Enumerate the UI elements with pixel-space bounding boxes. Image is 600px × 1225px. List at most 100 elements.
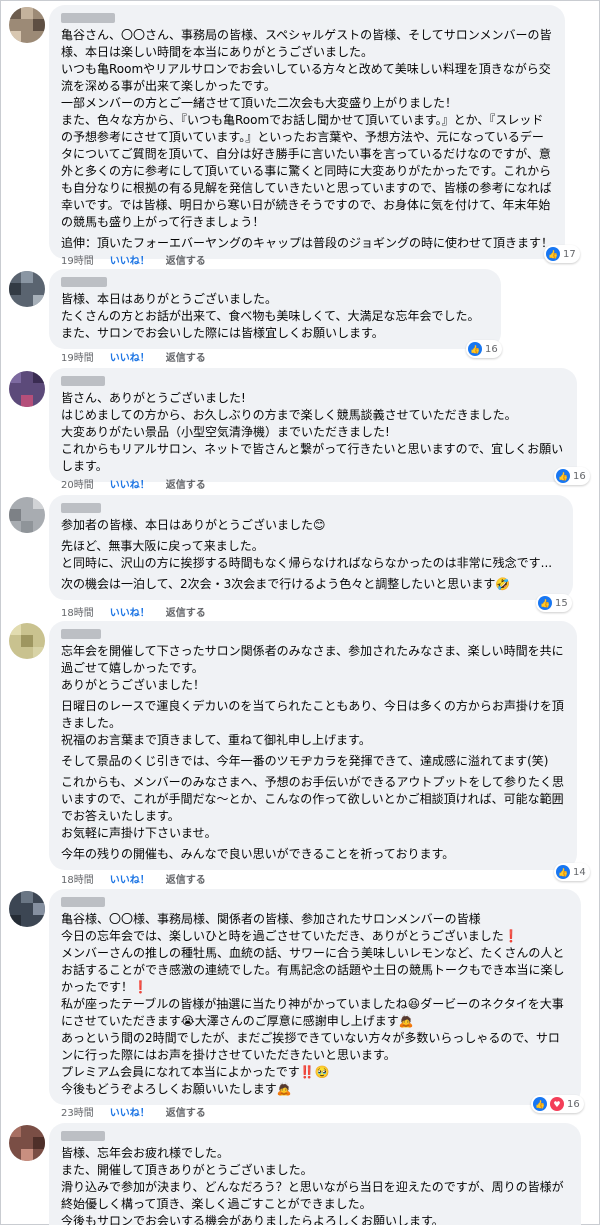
comment-line: 参加者の皆様、本日はありがとうございました😊 — [61, 518, 326, 532]
comment-line: 今日の忘年会では、楽しいひと時を過ごさせていただき、ありがとうございました❗ — [61, 929, 519, 943]
author-name[interactable] — [61, 627, 565, 641]
comment-line: 今後もサロンでお会いする機会がありましたらよろしくお願いします。 — [61, 1214, 444, 1225]
comment-line: 次の機会は一泊して、2次会・3次会まで行けるよう色々と調整したいと思います🤣 — [61, 577, 511, 591]
reaction-count: 14 — [573, 866, 586, 878]
avatar[interactable] — [9, 371, 45, 407]
comment-line: メンバーさんの推しの種牡馬、血統の話、サワーに合う美味しいレモンなど、たくさんの… — [61, 946, 565, 994]
comment-actions: 23時間 いいね！ 返信する — [61, 1104, 206, 1119]
author-name[interactable] — [61, 895, 569, 909]
reaction-summary[interactable]: 👍 ♥ 16 — [531, 1095, 584, 1113]
comment-line: また、開催して頂きありがとうございました。 — [61, 1163, 313, 1177]
like-button[interactable]: いいね！ — [110, 349, 150, 364]
reaction-count: 15 — [555, 597, 568, 609]
comment-line: 追伸：頂いたフォーエバーヤングのキャップは普段のジョギングの時に使わせて頂きます… — [61, 236, 554, 250]
heart-icon: ♥ — [550, 1097, 564, 1111]
reaction-summary[interactable]: 👍 16 — [466, 340, 502, 358]
reply-button[interactable]: 返信する — [166, 476, 206, 491]
reaction-summary[interactable]: 👍 16 — [554, 467, 590, 485]
reaction-count: 17 — [563, 248, 576, 260]
like-button[interactable]: いいね！ — [110, 476, 150, 491]
thumbs-up-icon: 👍 — [533, 1097, 547, 1111]
timestamp[interactable]: 19時間 — [61, 349, 94, 364]
comment-line: これからも、メンバーのみなさまへ、予想のお手伝いができるアウトプットをして参りた… — [61, 775, 565, 823]
reaction-summary[interactable]: 👍 14 — [554, 863, 590, 881]
comment-line: お気軽に声掛け下さいませ。 — [61, 826, 217, 840]
reply-button[interactable]: 返信する — [166, 252, 206, 267]
comment-bubble: 忘年会を開催して下さったサロン関係者のみなさま、参加されたみなさま、楽しい時間を… — [49, 621, 577, 870]
author-name[interactable] — [61, 1129, 569, 1143]
comment-line: 今年の残りの開催も、みんなで良い思いができることを祈っております。 — [61, 847, 455, 861]
comment-actions: 18時間 いいね！ 返信する — [61, 604, 206, 619]
like-button[interactable]: いいね！ — [110, 604, 150, 619]
author-name[interactable] — [61, 275, 489, 289]
comment-line: 忘年会を開催して下さったサロン関係者のみなさま、参加されたみなさま、楽しい時間を… — [61, 644, 564, 675]
avatar[interactable] — [9, 497, 45, 533]
comment-line: 日曜日のレースで運良くデカいのを当てられたこともあり、今日は多くの方からお声掛け… — [61, 699, 564, 730]
reaction-count: 16 — [573, 470, 586, 482]
reaction-count: 16 — [567, 1098, 580, 1110]
comment-thread: 亀谷さん、〇〇さん、事務局の皆様、スペシャルゲストの皆様、そしてサロンメンバーの… — [0, 0, 600, 1225]
comment-actions: 20時間 いいね！ 返信する — [61, 476, 206, 491]
avatar[interactable] — [9, 271, 45, 307]
author-name[interactable] — [61, 501, 561, 515]
comment-actions: 18時間 いいね！ 返信する — [61, 871, 206, 886]
comment-text: 参加者の皆様、本日はありがとうございました😊 先ほど、無事大阪に戻って来ました。… — [61, 517, 561, 593]
thumbs-up-icon: 👍 — [556, 469, 570, 483]
comment-line: はじめましての方から、お久しぶりの方まで楽しく競馬談義させていただきました。 — [61, 408, 517, 422]
comment-line: これからもリアルサロン、ネットで皆さんと繋がって行きたいと思いますので、宜しくお… — [61, 442, 564, 473]
comment-line: 皆さん、ありがとうございました! — [61, 391, 246, 405]
reaction-count: 16 — [485, 343, 498, 355]
thumbs-up-icon: 👍 — [468, 342, 482, 356]
comment-text: 皆さん、ありがとうございました! はじめましての方から、お久しぶりの方まで楽しく… — [61, 390, 565, 475]
comment-line: と同時に、沢山の方に挨拶する時間もなく帰らなければならなかったのは非常に残念です… — [61, 556, 553, 570]
comment-bubble: 亀谷様、〇〇様、事務局様、関係者の皆様、参加されたサロンメンバーの皆様 今日の忘… — [49, 889, 581, 1105]
reply-button[interactable]: 返信する — [166, 349, 206, 364]
comment-bubble: 皆さん、ありがとうございました! はじめましての方から、お久しぶりの方まで楽しく… — [49, 368, 577, 482]
like-button[interactable]: いいね！ — [110, 252, 150, 267]
comment-bubble: 皆様、本日はありがとうございました。 たくさんの方とお話が出来て、食べ物も美味し… — [49, 269, 501, 349]
comment-line: いつも亀Roomやリアルサロンでお会いしている方々と改めて美味しい料理を頂きなが… — [61, 62, 551, 93]
comment-line: また、サロンでお会いした際には皆様宜しくお願いします。 — [61, 326, 384, 340]
avatar[interactable] — [9, 891, 45, 927]
comment-line: 今後もどうぞよろしくお願いいたします🙇 — [61, 1082, 292, 1096]
timestamp[interactable]: 19時間 — [61, 252, 94, 267]
author-name[interactable] — [61, 374, 565, 388]
timestamp[interactable]: 18時間 — [61, 604, 94, 619]
comment-line: 皆様、忘年会お疲れ様でした。 — [61, 1146, 230, 1160]
comment-actions: 19時間 いいね！ 返信する — [61, 349, 206, 364]
avatar[interactable] — [9, 623, 45, 659]
comment-line: たくさんの方とお話が出来て、食べ物も美味しくて、大満足な忘年会でした。 — [61, 309, 480, 323]
reaction-summary[interactable]: 👍 17 — [544, 245, 580, 263]
comment-line: あっという間の2時間でしたが、まだご挨拶できていない方々が多数いらっしゃるので、… — [61, 1031, 560, 1062]
comment-line: 滑り込みで参加が決まり、どんなだろう？と思いながら当日を迎えたのですが、周りの皆… — [61, 1180, 564, 1211]
comment-line: そして景品のくじ引きでは、今年一番のツモヂカラを発揮できて、達成感に溢れてます(… — [61, 754, 549, 768]
comment-text: 皆様、忘年会お疲れ様でした。 また、開催して頂きありがとうございました。 滑り込… — [61, 1145, 569, 1225]
comment-line: 亀谷さん、〇〇さん、事務局の皆様、スペシャルゲストの皆様、そしてサロンメンバーの… — [61, 28, 552, 59]
comment-bubble: 皆様、忘年会お疲れ様でした。 また、開催して頂きありがとうございました。 滑り込… — [49, 1123, 581, 1225]
timestamp[interactable]: 20時間 — [61, 476, 94, 491]
reaction-summary[interactable]: 👍 15 — [536, 594, 572, 612]
reply-button[interactable]: 返信する — [166, 604, 206, 619]
comment-line: 亀谷様、〇〇様、事務局様、関係者の皆様、参加されたサロンメンバーの皆様 — [61, 912, 481, 926]
author-name[interactable] — [61, 11, 553, 25]
comment-line: また、色々な方から、『いつも亀Roomでお話し聞かせて頂いています。』とか、『ス… — [61, 113, 552, 229]
comment-text: 皆様、本日はありがとうございました。 たくさんの方とお話が出来て、食べ物も美味し… — [61, 291, 489, 342]
timestamp[interactable]: 23時間 — [61, 1104, 94, 1119]
avatar[interactable] — [9, 1125, 45, 1161]
like-button[interactable]: いいね！ — [110, 871, 150, 886]
like-button[interactable]: いいね！ — [110, 1104, 150, 1119]
comment-line: 一部メンバーの方とご一緒させて頂いた二次会も大変盛り上がりました！ — [61, 96, 458, 110]
comment-line: 祝福のお言葉まで頂きまして、重ねて御礼申し上げます。 — [61, 733, 371, 747]
thumbs-up-icon: 👍 — [546, 247, 560, 261]
avatar[interactable] — [9, 7, 45, 43]
comment-text: 忘年会を開催して下さったサロン関係者のみなさま、参加されたみなさま、楽しい時間を… — [61, 643, 565, 863]
timestamp[interactable]: 18時間 — [61, 871, 94, 886]
comment-line: ありがとうございました！ — [61, 678, 206, 692]
comment-text: 亀谷様、〇〇様、事務局様、関係者の皆様、参加されたサロンメンバーの皆様 今日の忘… — [61, 911, 569, 1098]
reply-button[interactable]: 返信する — [166, 1104, 206, 1119]
comment-line: 先ほど、無事大阪に戻って来ました。 — [61, 539, 264, 553]
comment-line: プレミアム会員になれて本当によかったです‼️🥹 — [61, 1065, 330, 1079]
reply-button[interactable]: 返信する — [166, 871, 206, 886]
comment-line: 大変ありがたい景品（小型空気清浄機）までいただきました! — [61, 425, 390, 439]
comment-bubble: 亀谷さん、〇〇さん、事務局の皆様、スペシャルゲストの皆様、そしてサロンメンバーの… — [49, 5, 565, 259]
